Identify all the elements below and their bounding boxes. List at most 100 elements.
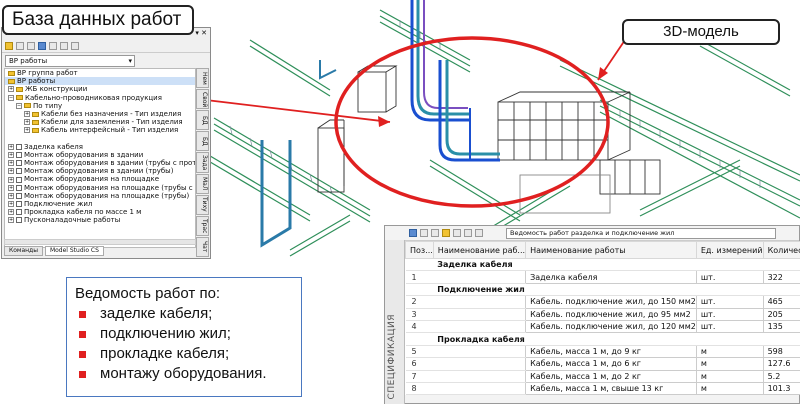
folder-icon <box>8 70 15 76</box>
side-tab[interactable]: Зада <box>196 152 209 173</box>
expand-icon[interactable]: + <box>8 209 14 216</box>
table-row[interactable]: 6 Кабель, масса 1 м, до 6 кг м 127.6 <box>405 357 800 371</box>
expand-icon[interactable]: + <box>8 160 14 167</box>
side-tab[interactable]: Трас <box>196 215 209 236</box>
tree-node[interactable]: + Подключение жил <box>5 200 195 208</box>
settings-icon[interactable] <box>71 41 79 50</box>
expand-icon[interactable]: + <box>8 192 14 199</box>
tree-node[interactable]: + Кабели без назначения - Тип изделия <box>5 110 195 118</box>
summary-heading: Ведомость работ по: <box>75 285 221 302</box>
filter-icon[interactable] <box>431 229 439 237</box>
tree-node[interactable]: + Кабель интерфейсный - Тип изделия <box>5 126 195 134</box>
side-tab[interactable]: Свой <box>196 89 209 110</box>
tree-node[interactable]: + Монтаж оборудования на площадке <box>5 175 195 183</box>
summary-item-text: прокладке кабеля; <box>100 345 230 362</box>
filter-icon[interactable] <box>49 41 57 50</box>
column-header[interactable]: Ед. измерений <box>695 241 764 259</box>
tree-node[interactable]: ВР работы <box>5 77 195 86</box>
expand-icon[interactable]: + <box>8 201 14 208</box>
tree-node[interactable]: + Монтаж оборудования на площадке (трубы) <box>5 192 195 200</box>
sort-icon[interactable] <box>409 229 417 237</box>
tree-node[interactable]: + Монтаж оборудования в здании (трубы с п… <box>5 159 195 167</box>
group-row[interactable]: Подключение жил <box>405 283 800 297</box>
column-header[interactable]: Количество (в <box>762 241 800 259</box>
tree-node[interactable]: + Монтаж оборудования в здании (трубы) <box>5 167 195 175</box>
spec-header-row: Поз... Наименование раб... Наименование ра… <box>405 241 800 259</box>
expand-icon[interactable]: + <box>24 119 30 126</box>
expand-icon[interactable]: + <box>8 143 14 150</box>
expand-icon[interactable]: + <box>8 168 14 175</box>
empty-cell <box>433 295 526 309</box>
group-row[interactable]: Прокладка кабеля <box>405 332 800 346</box>
tree-node[interactable] <box>5 135 195 143</box>
tree-node[interactable]: ВР группа работ <box>5 69 195 77</box>
column-header[interactable]: Поз... <box>405 241 434 259</box>
tree-node-label: По типу <box>33 101 63 110</box>
column-header[interactable]: Наименование раб... <box>432 241 527 259</box>
refresh-icon[interactable] <box>442 229 450 237</box>
summary-list: заделке кабеля; подключению жил; прокладке… <box>75 304 293 384</box>
side-tab[interactable]: Чат <box>196 236 209 257</box>
table-row[interactable]: 4 Кабель. подключение жил, до 120 мм2 шт. 1… <box>405 319 800 334</box>
quantity-cell: 5.2 <box>762 369 800 383</box>
folder-icon <box>24 103 31 109</box>
settings-icon[interactable] <box>475 229 483 237</box>
group-row[interactable]: Заделка кабеля <box>405 258 800 272</box>
tree-horizontal-scrollbar[interactable] <box>4 239 196 245</box>
panel-window-controls[interactable]: ▾ ✕ <box>195 28 210 39</box>
column-header[interactable]: Наименование работы <box>525 241 697 259</box>
side-tab[interactable]: МаЛ <box>196 173 209 194</box>
side-tab[interactable]: Нем <box>196 68 209 89</box>
expand-icon[interactable]: + <box>8 86 14 93</box>
table-row[interactable]: 1 Заделка кабеля шт. 322 <box>405 270 800 284</box>
folder-icon <box>32 111 39 117</box>
quantity-cell: 322 <box>762 270 800 284</box>
tree-node[interactable]: − Кабельно-проводниковая продукция <box>5 94 195 102</box>
tree-node[interactable]: + Пусконаладочные работы <box>5 216 195 224</box>
columns-icon[interactable] <box>464 229 472 237</box>
export-icon[interactable] <box>453 229 461 237</box>
table-row[interactable]: 3 Кабель. подключение жил, до 95 мм2 шт. 20… <box>405 307 800 321</box>
position-cell: 8 <box>405 382 434 396</box>
expand-icon[interactable]: + <box>8 176 14 183</box>
table-row[interactable]: 2 Кабель. подключение жил, до 150 мм2 шт. 4… <box>405 295 800 309</box>
spec-toolbar: Ведомость работ разделка и подключение ж… <box>405 226 799 241</box>
catalog-selector[interactable]: ВР работы ▾ <box>5 55 135 67</box>
tree-node[interactable]: + Заделка кабеля <box>5 143 195 151</box>
collapse-icon[interactable] <box>420 229 428 237</box>
expand-icon[interactable]: + <box>8 151 14 158</box>
work-name-cell: Кабель, масса 1 м, до 6 кг <box>525 357 697 371</box>
tree-node[interactable]: + ЖБ конструкции <box>5 85 195 93</box>
unit-cell: шт. <box>695 295 764 309</box>
tree-node[interactable]: + Монтаж оборудования на площадке (трубы … <box>5 184 195 192</box>
empty-cell <box>433 370 526 383</box>
side-tab[interactable]: БД <box>196 110 209 131</box>
tree-node[interactable]: + Монтаж оборудования в здании <box>5 151 195 159</box>
bottom-tab[interactable]: Команды <box>4 246 43 256</box>
empty-cell <box>405 258 434 272</box>
tree-node-label: ЖБ конструкции <box>25 85 88 94</box>
side-tab[interactable]: БД <box>196 131 209 152</box>
bottom-tab[interactable]: Model Studio CS <box>44 246 104 256</box>
table-row[interactable]: 7 Кабель, масса 1 м, до 2 кг м 5.2 <box>405 369 800 383</box>
tree-node[interactable]: − По типу <box>5 102 195 110</box>
expand-icon[interactable]: + <box>24 127 30 134</box>
table-row[interactable]: 8 Кабель, масса 1 м, свыше 13 кг м 101.3 <box>405 381 800 396</box>
catalog-tree[interactable]: ВР группа работ ВР работы + ЖБ конструкции −… <box>4 68 196 248</box>
expand-icon[interactable]: + <box>8 184 14 191</box>
highlight-ellipse <box>334 36 610 208</box>
collapse-icon[interactable]: − <box>8 94 14 101</box>
side-tab[interactable]: Тиху <box>196 194 209 215</box>
expand-icon[interactable]: + <box>24 111 30 118</box>
play-icon[interactable] <box>27 41 35 50</box>
tree-node[interactable]: + Прокладка кабеля по массе 1 м <box>5 208 195 216</box>
spec-template-select[interactable]: Ведомость работ разделка и подключение ж… <box>506 227 776 239</box>
open-folder-icon[interactable] <box>5 41 13 50</box>
expand-icon[interactable]: + <box>8 217 14 224</box>
new-item-icon[interactable] <box>16 41 24 50</box>
sort-icon[interactable] <box>60 41 68 50</box>
list-icon[interactable] <box>38 41 46 50</box>
table-row[interactable]: 5 Кабель, масса 1 м, до 9 кг м 598 <box>405 344 800 359</box>
tree-node[interactable]: + Кабели для заземления - Тип изделия <box>5 118 195 126</box>
collapse-icon[interactable]: − <box>16 102 22 109</box>
